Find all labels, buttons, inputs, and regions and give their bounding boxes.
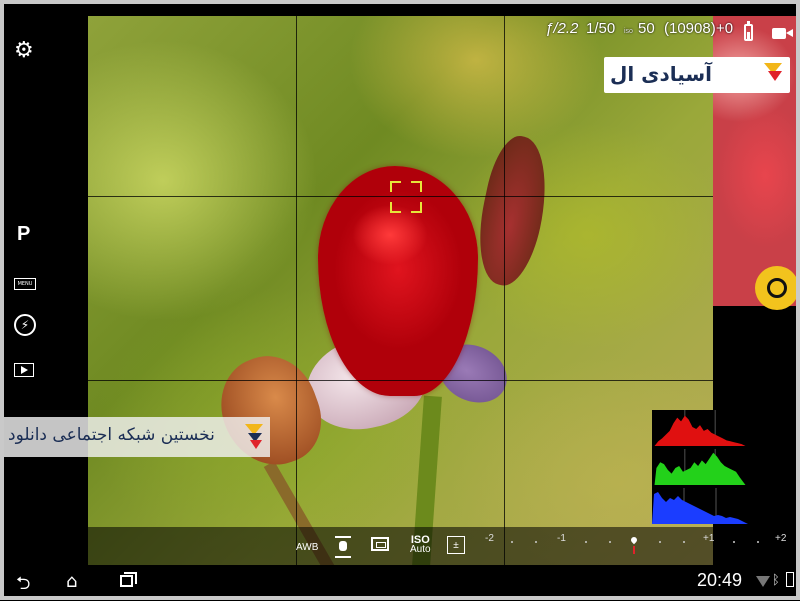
home-icon[interactable]: ⌂ <box>66 571 77 592</box>
grid-line <box>504 16 505 565</box>
ev-scale-dot <box>585 541 587 543</box>
aperture-readout: ƒ/2.2 <box>545 20 579 37</box>
ev-scale-dot <box>659 541 661 543</box>
ev-position-marker[interactable] <box>629 535 639 545</box>
playback-icon[interactable] <box>14 363 34 377</box>
banner-text: نخستین شبکه اجتماعی دانلود <box>8 425 215 445</box>
ev-needle <box>633 546 635 554</box>
video-camera-icon[interactable] <box>772 28 793 39</box>
ev-scale-dot <box>757 541 759 543</box>
ev-scale-label: +1 <box>703 533 715 544</box>
ev-scale-dot <box>733 541 735 543</box>
focus-frame <box>390 181 422 213</box>
histogram <box>652 410 748 524</box>
shutter-icon <box>767 278 787 298</box>
grid-line <box>296 16 297 565</box>
rose-bud-left <box>207 343 334 479</box>
status-clock: 20:49 <box>697 570 743 590</box>
ev-scale-dot <box>535 541 537 543</box>
focus-mode-icon[interactable] <box>335 536 351 558</box>
iso-mode: Auto <box>410 544 431 555</box>
back-icon[interactable]: ⮌ <box>16 571 30 601</box>
camera-app: ⚙ P MENU ⚡ ƒ/2.2 1/50 iso 50 (10908) +0 … <box>0 0 800 600</box>
ev-scale-label: +2 <box>775 533 787 544</box>
left-control-bar: ⚙ P MENU ⚡ <box>4 16 88 565</box>
recent-apps-icon[interactable] <box>120 572 137 587</box>
iso-button[interactable]: ISO Auto <box>410 535 431 555</box>
shutter-button[interactable] <box>755 266 799 310</box>
bluetooth-icon: ᛒ <box>772 573 780 588</box>
grid-line <box>88 380 713 381</box>
histogram-red <box>654 410 746 446</box>
viewfinder[interactable] <box>88 16 713 565</box>
ev-scale-dot <box>683 541 685 543</box>
shooting-mode-button[interactable]: P <box>17 223 30 246</box>
rose-bud-right <box>468 131 558 291</box>
ev-scale-dot <box>609 541 611 543</box>
ev-scale-dot <box>511 541 513 543</box>
shots-remaining: (10908) <box>664 20 716 37</box>
iso-readout: 50 <box>638 20 655 37</box>
flash-auto-icon[interactable]: ⚡ <box>14 314 36 336</box>
ev-scale-label: -1 <box>557 533 566 544</box>
logo-chevron-icon <box>768 71 782 81</box>
battery-icon <box>744 21 753 41</box>
camera-settings-strip: AWB ISO Auto ± -2 -1 +1 +2 <box>88 527 800 565</box>
shutter-speed-readout: 1/50 <box>586 20 616 37</box>
exposure-compensation-readout: +0 <box>716 20 734 37</box>
watermark-banner: نخستین شبکه اجتماعی دانلود <box>4 417 270 457</box>
watermark-logo: آسیادی ال <box>604 57 790 93</box>
menu-button[interactable]: MENU <box>14 278 36 290</box>
system-battery-icon <box>786 572 794 587</box>
wifi-icon <box>756 576 770 587</box>
histogram-blue <box>652 488 748 524</box>
exposure-compensation-icon[interactable]: ± <box>447 536 465 554</box>
system-navigation-bar: ⮌ ⌂ 20:49 ᛒ <box>4 565 796 596</box>
ev-scale-label: -2 <box>485 533 494 544</box>
logo-text: آسیادی ال <box>610 62 712 86</box>
histogram-green <box>654 449 746 485</box>
iso-small-label: iso <box>624 28 633 35</box>
banner-chevron-icon <box>250 440 262 449</box>
gear-icon[interactable]: ⚙ <box>14 38 34 63</box>
white-balance-button[interactable]: AWB <box>296 542 318 553</box>
metering-icon[interactable] <box>371 537 389 551</box>
exposure-scale[interactable]: -2 -1 +1 +2 <box>485 533 791 559</box>
